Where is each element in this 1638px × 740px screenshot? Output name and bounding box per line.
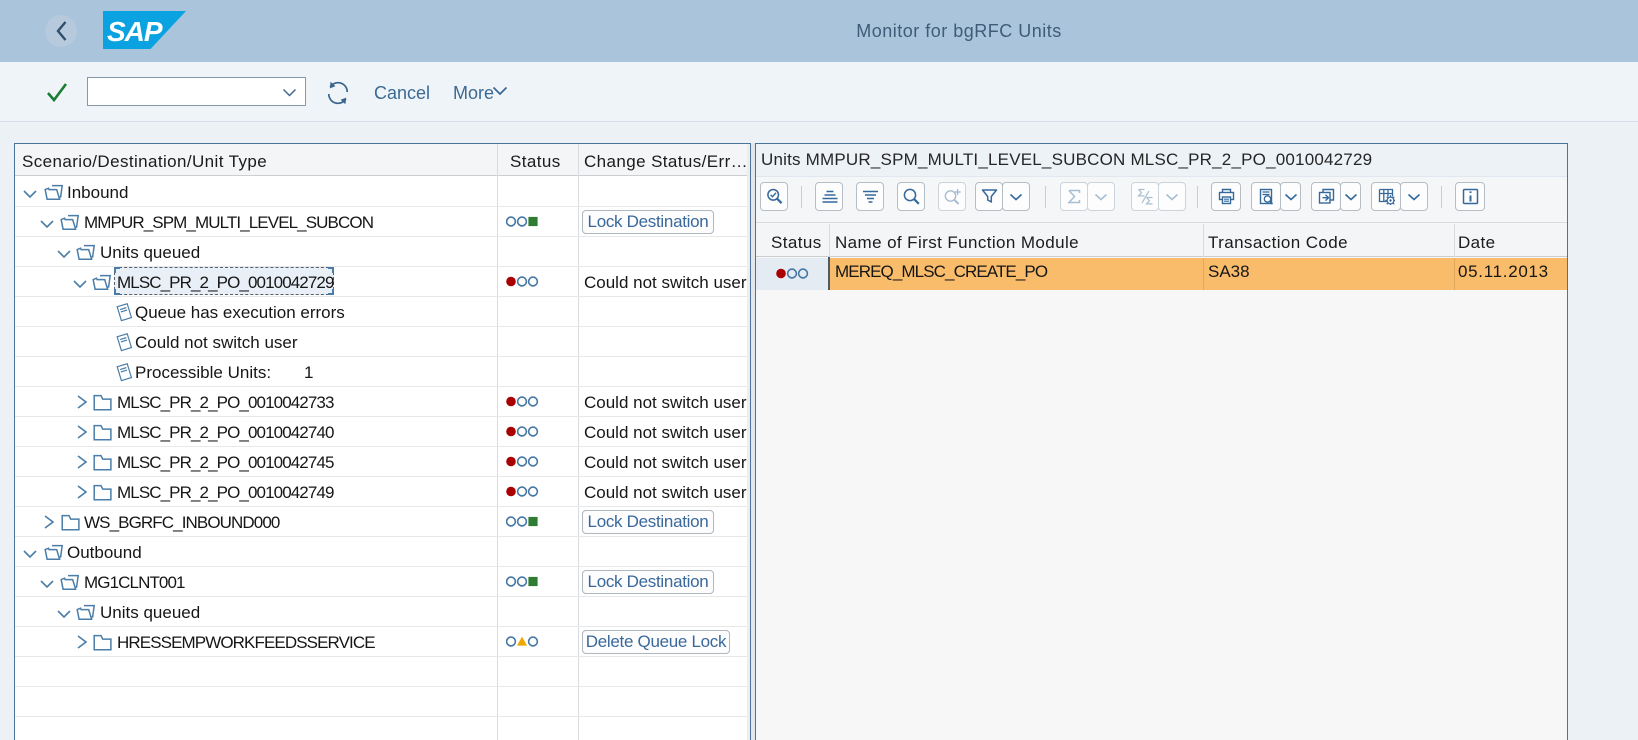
svg-text:SAP: SAP: [107, 16, 163, 47]
